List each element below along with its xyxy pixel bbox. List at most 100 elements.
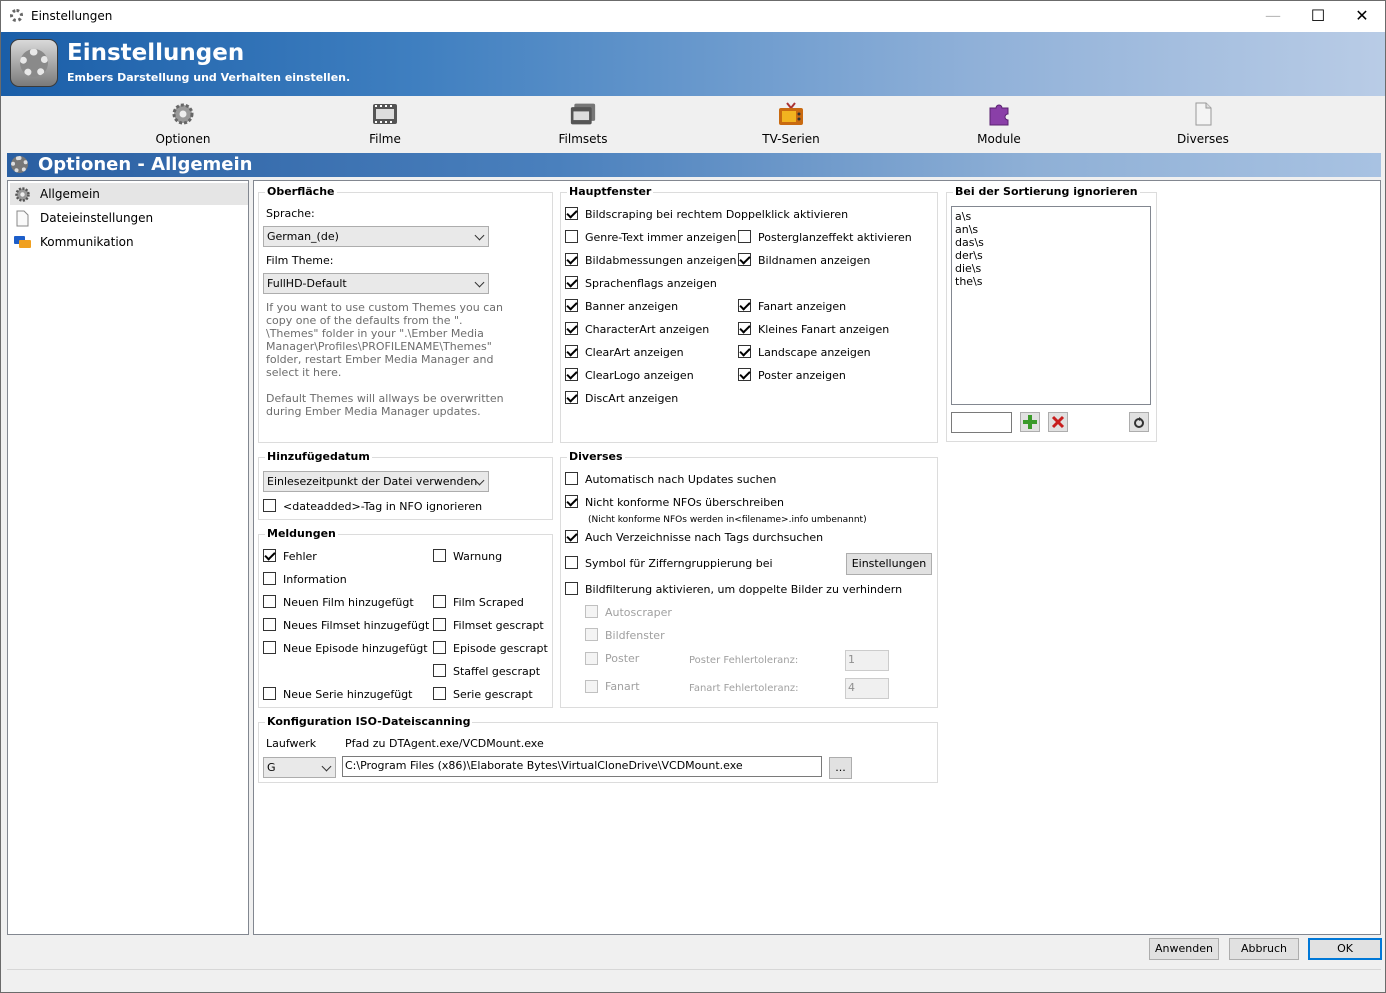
bildfilter-checkbox[interactable]	[565, 582, 578, 595]
dateadded-ignore-checkbox[interactable]	[263, 499, 276, 512]
theme-overwrite-note: Default Themes will allways be overwritt…	[266, 392, 504, 418]
sort-ignore-list[interactable]: a\s an\s das\s der\s die\s the\s	[951, 206, 1151, 405]
tags-label: Auch Verzeichnisse nach Tags durchsuchen	[585, 531, 824, 544]
sidebar-item-allgemein[interactable]: Allgemein	[10, 183, 248, 205]
filter-poster-checkbox[interactable]	[585, 652, 598, 665]
theme-help-text: If you want to use custom Themes you can…	[266, 301, 503, 379]
warnung-label: Warnung	[453, 550, 503, 563]
characterart-checkbox[interactable]	[565, 322, 578, 335]
sidebar-item-kommunikation[interactable]: Kommunikation	[10, 231, 248, 253]
clearart-checkbox[interactable]	[565, 345, 578, 358]
drive-select[interactable]: G	[263, 757, 336, 778]
genre-checkbox[interactable]	[565, 230, 578, 243]
bildabmessungen-checkbox[interactable]	[565, 253, 578, 266]
tab-diverses[interactable]: Diverses	[1153, 100, 1253, 148]
filter-poster-label: Poster	[605, 652, 640, 665]
fehler-checkbox[interactable]	[263, 549, 276, 562]
information-checkbox[interactable]	[263, 572, 276, 585]
header-banner: Einstellungen Embers Darstellung und Ver…	[1, 32, 1385, 96]
group-title: Hauptfenster	[567, 185, 654, 198]
bildscraping-checkbox[interactable]	[565, 207, 578, 220]
path-label: Pfad zu DTAgent.exe/VCDMount.exe	[345, 737, 544, 750]
tab-filmsets[interactable]: Filmsets	[533, 100, 633, 148]
group-title: Bei der Sortierung ignorieren	[953, 185, 1140, 198]
tab-module[interactable]: Module	[949, 100, 1049, 148]
fanart-tolerance-input[interactable]: 4	[845, 678, 889, 699]
file-icon	[16, 210, 29, 227]
maximize-button[interactable]: ☐	[1295, 1, 1341, 32]
list-item[interactable]: an\s	[955, 223, 1147, 236]
warnung-checkbox[interactable]	[433, 549, 446, 562]
sprachenflags-checkbox[interactable]	[565, 276, 578, 289]
list-item[interactable]: die\s	[955, 262, 1147, 275]
clearlogo-checkbox[interactable]	[565, 368, 578, 381]
discart-checkbox[interactable]	[565, 391, 578, 404]
auto-updates-checkbox[interactable]	[565, 472, 578, 485]
minimize-button[interactable]: —	[1250, 1, 1296, 32]
poster-tolerance-input[interactable]: 1	[845, 650, 889, 671]
tab-tv-serien[interactable]: TV-Serien	[741, 100, 841, 148]
gear-icon	[10, 9, 23, 22]
filmset-gescrapt-checkbox[interactable]	[433, 618, 446, 631]
ziffern-checkbox[interactable]	[565, 556, 578, 569]
group-title: Meldungen	[265, 527, 338, 540]
sidebar-item-dateieinstellungen[interactable]: Dateieinstellungen	[10, 207, 248, 229]
dateadded-mode-select[interactable]: Einlesezeitpunkt der Datei verwenden	[263, 471, 489, 492]
list-item[interactable]: der\s	[955, 249, 1147, 262]
tab-filme[interactable]: Filme	[335, 100, 435, 148]
add-button[interactable]	[1020, 412, 1040, 432]
cancel-button[interactable]: Abbruch	[1229, 938, 1299, 960]
neue-episode-label: Neue Episode hinzugefügt	[283, 642, 428, 655]
einstellungen-button[interactable]: Einstellungen	[846, 553, 932, 575]
bildnamen-label: Bildnamen anzeigen	[758, 254, 871, 267]
sort-ignore-input[interactable]	[951, 412, 1012, 433]
autoscraper-checkbox[interactable]	[585, 605, 598, 618]
neues-filmset-label: Neues Filmset hinzugefügt	[283, 619, 430, 632]
fanart-checkbox[interactable]	[738, 299, 751, 312]
remove-button[interactable]	[1048, 412, 1068, 432]
episode-gescrapt-checkbox[interactable]	[433, 641, 446, 654]
browse-button[interactable]: ...	[829, 757, 852, 779]
bildfenster-checkbox[interactable]	[585, 628, 598, 641]
film-scraped-checkbox[interactable]	[433, 595, 446, 608]
neuer-film-checkbox[interactable]	[263, 595, 276, 608]
tab-label: Optionen	[155, 132, 211, 146]
neues-filmset-checkbox[interactable]	[263, 618, 276, 631]
auto-updates-label: Automatisch nach Updates suchen	[585, 473, 777, 486]
serie-gescrapt-checkbox[interactable]	[433, 687, 446, 700]
film-scraped-label: Film Scraped	[453, 596, 524, 609]
kleines-fanart-checkbox[interactable]	[738, 322, 751, 335]
film-icon	[373, 104, 397, 124]
tab-optionen[interactable]: Optionen	[133, 100, 233, 148]
nfo-overwrite-label: Nicht konforme NFOs überschreiben	[585, 496, 784, 509]
landscape-checkbox[interactable]	[738, 345, 751, 358]
reset-button[interactable]	[1129, 412, 1149, 432]
list-item[interactable]: das\s	[955, 236, 1147, 249]
section-title: Optionen - Allgemein	[38, 154, 253, 175]
vcdmount-path-input[interactable]: C:\Program Files (x86)\Elaborate Bytes\V…	[342, 756, 822, 777]
banner-checkbox[interactable]	[565, 299, 578, 312]
language-select[interactable]: German_(de)	[263, 226, 489, 247]
reset-icon	[1134, 417, 1144, 428]
neue-serie-checkbox[interactable]	[263, 687, 276, 700]
close-button[interactable]: ✕	[1339, 1, 1385, 32]
list-item[interactable]: a\s	[955, 210, 1147, 223]
theme-select[interactable]: FullHD-Default	[263, 273, 489, 294]
tags-checkbox[interactable]	[565, 530, 578, 543]
poster-label: Poster anzeigen	[758, 369, 846, 382]
ok-button[interactable]: OK	[1308, 938, 1382, 960]
genre-label: Genre-Text immer anzeigen	[585, 231, 737, 244]
bildnamen-checkbox[interactable]	[738, 253, 751, 266]
group-title: Hinzufügedatum	[265, 450, 372, 463]
nfo-overwrite-checkbox[interactable]	[565, 495, 578, 508]
filter-fanart-checkbox[interactable]	[585, 680, 598, 693]
posterglanz-checkbox[interactable]	[738, 230, 751, 243]
poster-checkbox[interactable]	[738, 368, 751, 381]
apply-button[interactable]: Anwenden	[1149, 938, 1219, 960]
bildabmessungen-label: Bildabmessungen anzeigen	[585, 254, 737, 267]
neue-episode-checkbox[interactable]	[263, 641, 276, 654]
staffel-gescrapt-checkbox[interactable]	[433, 664, 446, 677]
bildfenster-label: Bildfenster	[605, 629, 665, 642]
autoscraper-label: Autoscraper	[605, 606, 672, 619]
list-item[interactable]: the\s	[955, 275, 1147, 288]
